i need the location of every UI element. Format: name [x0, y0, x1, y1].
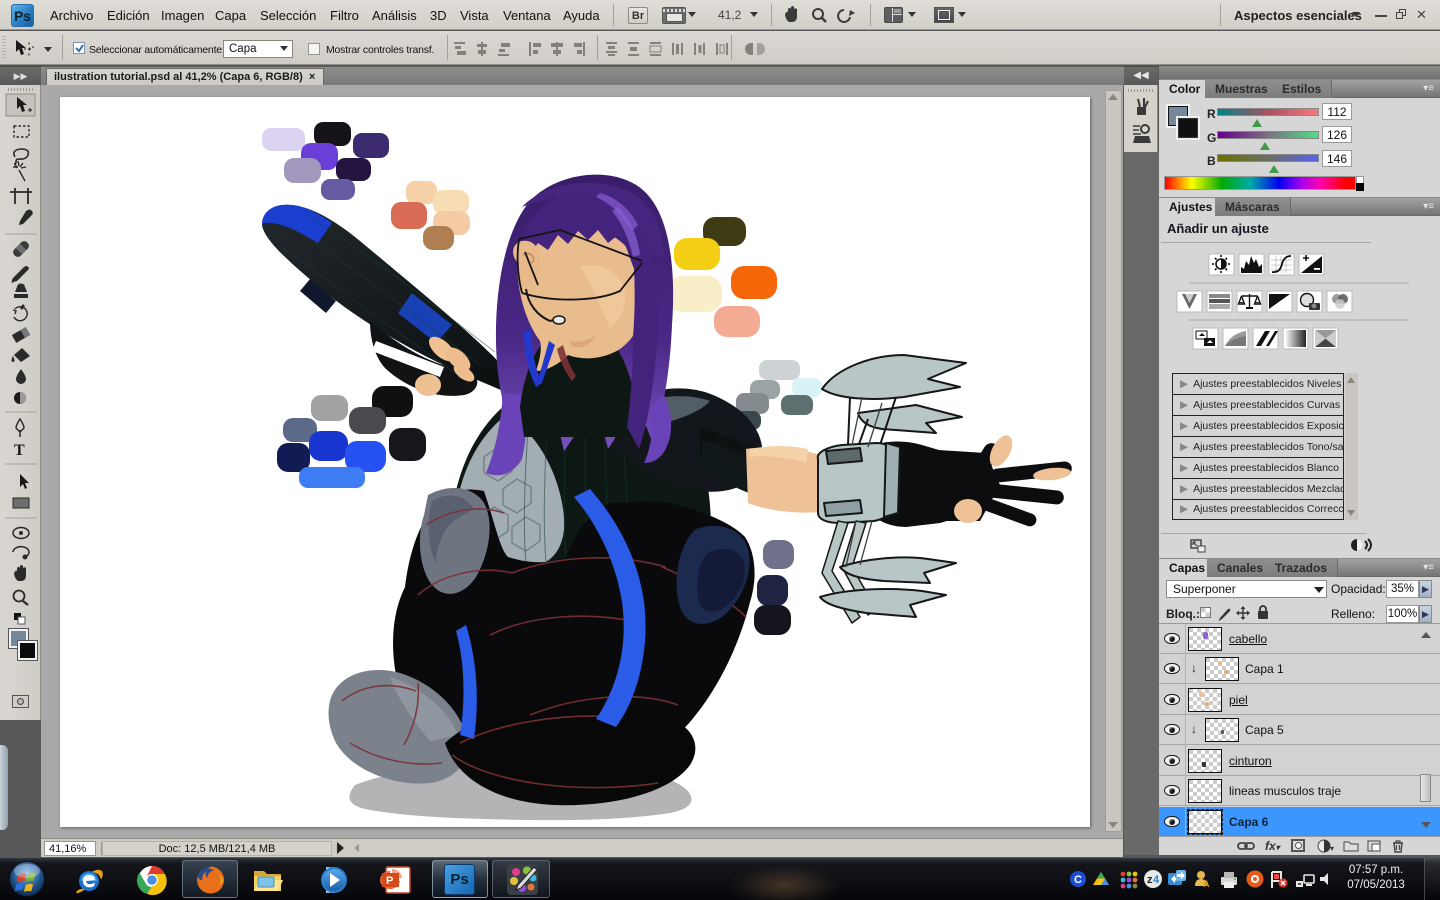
- svg-text:T: T: [14, 442, 25, 459]
- svg-text:P: P: [386, 875, 393, 887]
- svg-text:A: A: [1203, 879, 1210, 889]
- svg-text:C: C: [1074, 874, 1082, 886]
- svg-text:▾: ▾: [1330, 844, 1334, 853]
- svg-text:4: 4: [1153, 874, 1160, 886]
